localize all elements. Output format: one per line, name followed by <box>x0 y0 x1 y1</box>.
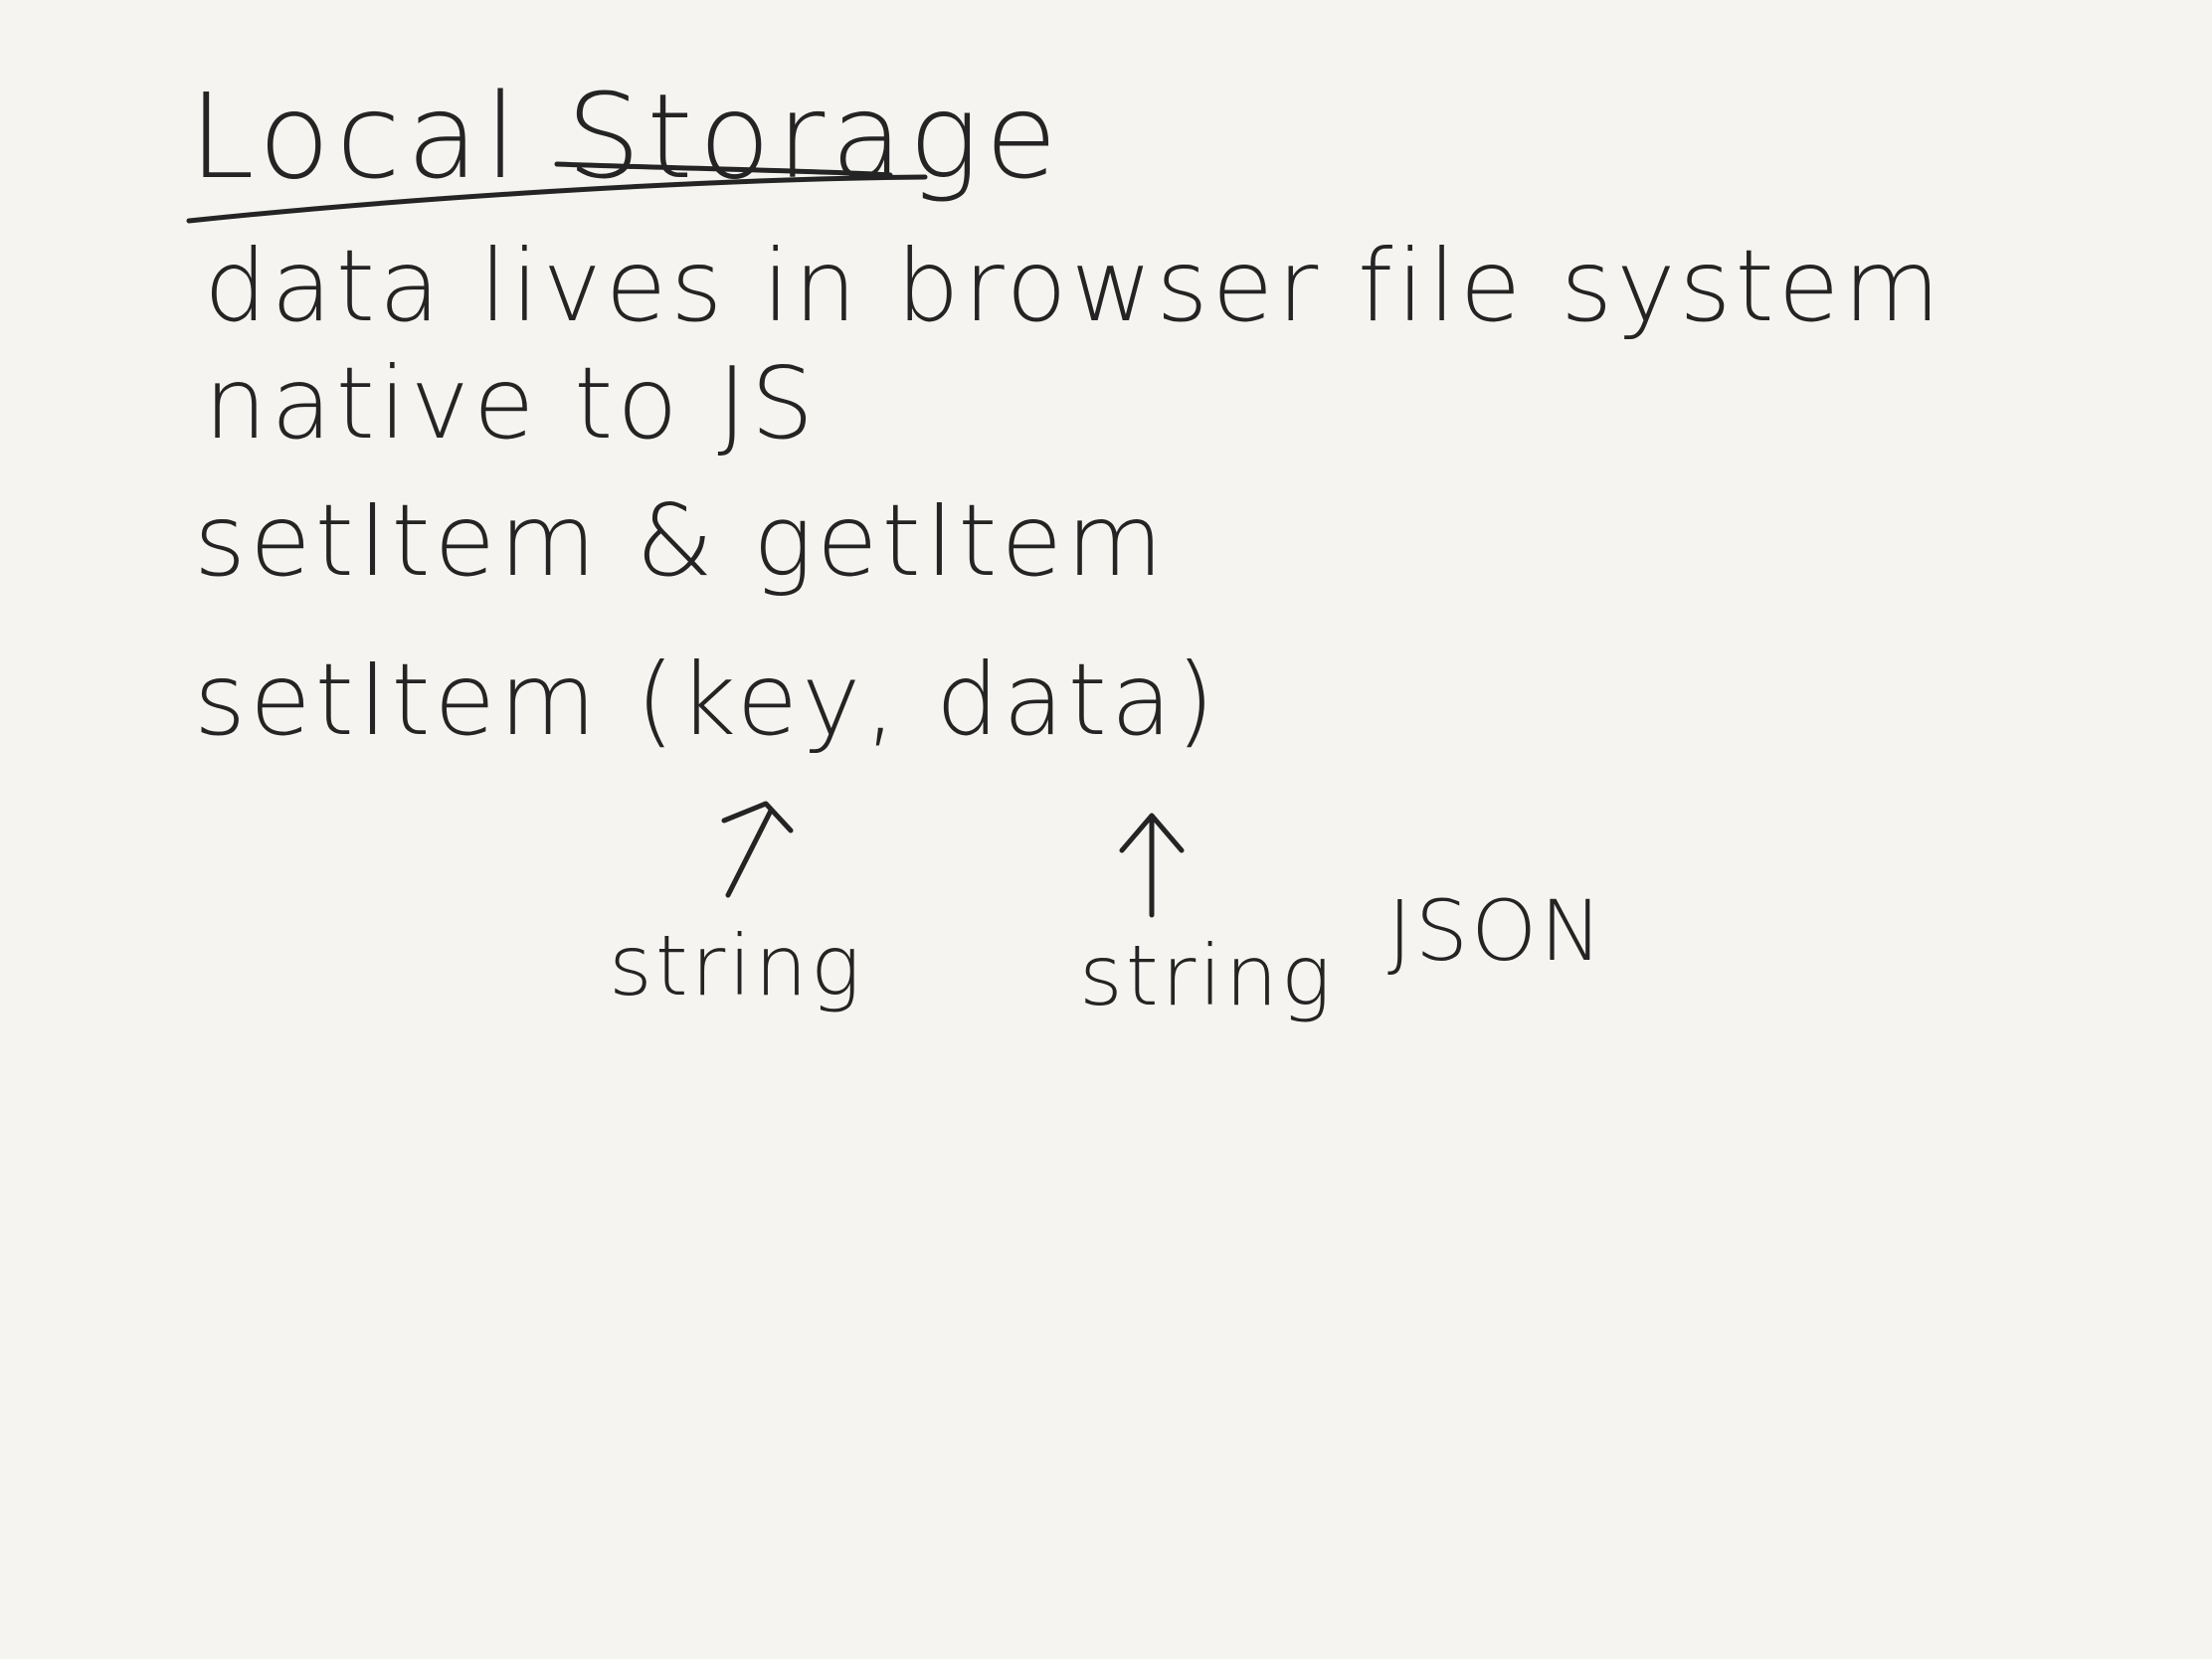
arrow-to-key-shaft <box>725 808 774 898</box>
key-type-label: string <box>609 917 863 1014</box>
note-line-4: setItem (key, data) <box>194 642 1218 758</box>
handwriting-canvas: Local Storage data lives in browser file… <box>186 68 1944 1024</box>
note-line-2: native to JS <box>204 345 818 461</box>
note-line-1: data lives in browser file system <box>204 228 1944 344</box>
arrow-to-key-head <box>721 801 794 833</box>
note-page: Local Storage data lives in browser file… <box>0 0 2212 1659</box>
note-title: Local Storage <box>189 68 1063 205</box>
data-type-label-string: string <box>1079 927 1334 1024</box>
data-type-label-json: JSON <box>1387 882 1605 980</box>
note-line-3: setItem & getItem <box>194 482 1167 599</box>
